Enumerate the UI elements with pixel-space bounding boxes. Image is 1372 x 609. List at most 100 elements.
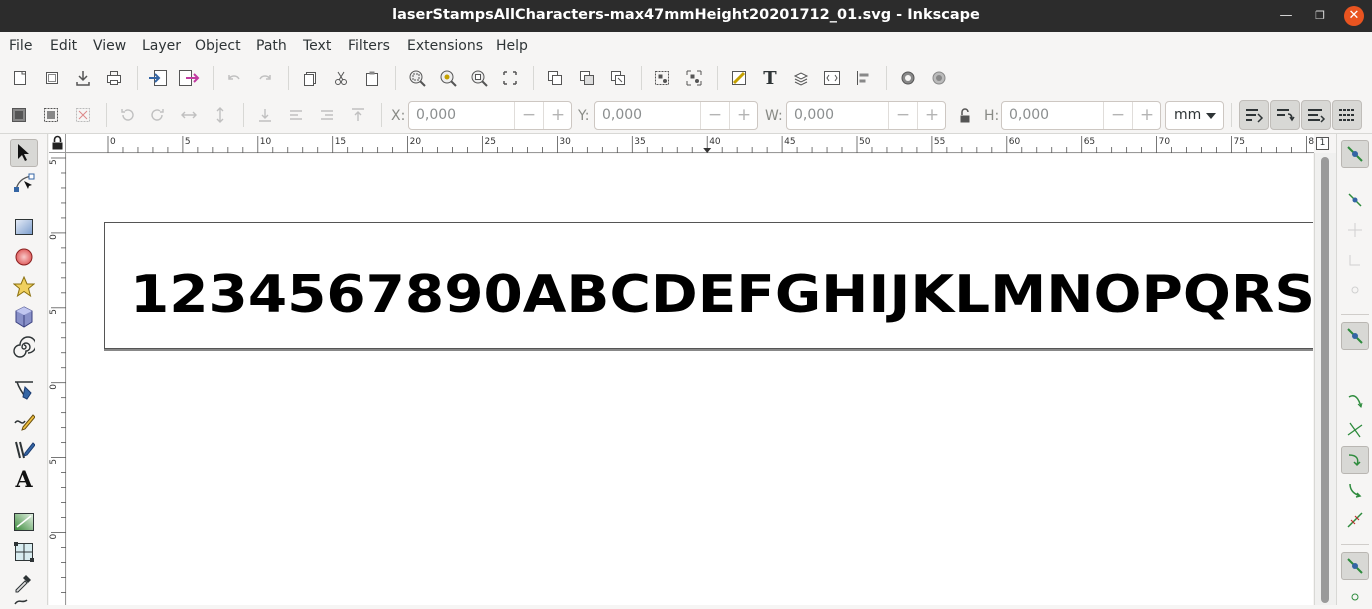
copy-icon[interactable] (299, 67, 321, 89)
unlink-clone-icon[interactable] (607, 67, 629, 89)
snap-bbox-corner-button[interactable] (1341, 246, 1369, 274)
menu-layer[interactable]: Layer (142, 38, 181, 54)
move-gradients-toggle[interactable] (1301, 100, 1331, 130)
y-decrement-button[interactable]: − (700, 102, 729, 129)
ellipse-tool[interactable] (10, 243, 38, 271)
snap-path-button[interactable] (1341, 386, 1369, 414)
fill-stroke-icon[interactable] (728, 67, 750, 89)
pen-tool[interactable] (10, 376, 38, 404)
spiral-tool[interactable] (10, 333, 38, 361)
group-icon[interactable] (651, 67, 673, 89)
cut-icon[interactable] (330, 67, 352, 89)
y-increment-button[interactable]: + (729, 102, 758, 129)
select-all-icon[interactable] (8, 104, 30, 126)
h-decrement-button[interactable]: − (1103, 102, 1132, 129)
document-properties-icon[interactable] (928, 67, 950, 89)
y-field[interactable]: 0,000 − + (594, 101, 758, 130)
close-button[interactable]: ✕ (1344, 6, 1364, 26)
h-increment-button[interactable]: + (1132, 102, 1161, 129)
rectangle-tool[interactable] (10, 213, 38, 241)
align-distribute-icon[interactable] (852, 67, 874, 89)
import-icon[interactable] (147, 67, 169, 89)
snap-cusp-button[interactable] (1341, 446, 1369, 474)
print-document-icon[interactable] (103, 67, 125, 89)
export-icon[interactable] (178, 67, 200, 89)
preferences-icon[interactable] (897, 67, 919, 89)
w-increment-button[interactable]: + (917, 102, 946, 129)
duplicate-icon[interactable] (544, 67, 566, 89)
save-document-icon[interactable] (72, 67, 94, 89)
open-document-icon[interactable] (41, 67, 63, 89)
rotate-cw-icon[interactable] (147, 104, 169, 126)
select-all-layers-icon[interactable] (40, 104, 62, 126)
lock-ratio-icon[interactable] (954, 105, 976, 127)
zoom-page-width-icon[interactable] (499, 67, 521, 89)
rotate-ccw-icon[interactable] (116, 104, 138, 126)
character-stamps-drawing[interactable]: 1234567890ABCDEFGHIJKLMNOPQRS (105, 223, 1313, 350)
text-font-icon[interactable]: T (759, 67, 781, 89)
snap-others-button[interactable] (1341, 552, 1369, 580)
menu-filters[interactable]: Filters (348, 38, 390, 54)
lower-to-bottom-icon[interactable] (254, 104, 276, 126)
snap-nodes-button[interactable] (1341, 322, 1369, 350)
snap-intersection-button[interactable] (1341, 416, 1369, 444)
zoom-page-icon[interactable] (468, 67, 490, 89)
paste-icon[interactable] (361, 67, 383, 89)
w-decrement-button[interactable]: − (888, 102, 917, 129)
move-patterns-toggle[interactable] (1332, 100, 1362, 130)
menu-view[interactable]: View (93, 38, 126, 54)
lock-guides-icon[interactable] (49, 134, 66, 153)
zoom-drawing-icon[interactable] (437, 67, 459, 89)
vertical-scrollbar[interactable] (1314, 153, 1336, 605)
x-field[interactable]: 0,000 − + (408, 101, 572, 130)
ungroup-icon[interactable] (683, 67, 705, 89)
snap-bbox-midpoint-button[interactable] (1341, 276, 1369, 304)
snap-bbox-button[interactable] (1341, 186, 1369, 214)
dropper-tool[interactable] (10, 568, 38, 596)
layers-icon[interactable] (790, 67, 812, 89)
mesh-tool[interactable] (10, 538, 38, 566)
scale-corners-toggle[interactable] (1270, 100, 1300, 130)
menu-help[interactable]: Help (496, 38, 528, 54)
menu-edit[interactable]: Edit (50, 38, 77, 54)
x-decrement-button[interactable]: − (514, 102, 543, 129)
calligraphy-tool[interactable] (10, 436, 38, 464)
menu-text[interactable]: Text (303, 38, 331, 54)
lower-icon[interactable] (285, 104, 307, 126)
menu-extensions[interactable]: Extensions (407, 38, 483, 54)
raise-icon[interactable] (316, 104, 338, 126)
menu-path[interactable]: Path (256, 38, 287, 54)
gradient-tool[interactable] (10, 508, 38, 536)
raise-to-top-icon[interactable] (347, 104, 369, 126)
w-field[interactable]: 0,000 − + (786, 101, 946, 130)
scrollbar-thumb[interactable] (1321, 157, 1329, 603)
unit-select[interactable]: mm (1165, 101, 1224, 130)
snap-toggle[interactable] (1341, 140, 1369, 168)
snap-smooth-button[interactable] (1341, 476, 1369, 504)
maximize-button[interactable]: ❐ (1310, 6, 1330, 26)
text-tool[interactable]: A (10, 466, 38, 494)
undo-icon[interactable] (223, 67, 245, 89)
vertical-ruler[interactable]: 5050505 (49, 153, 66, 609)
snap-bbox-edge-button[interactable] (1341, 216, 1369, 244)
menu-object[interactable]: Object (195, 38, 241, 54)
new-document-icon[interactable] (9, 67, 31, 89)
horizontal-ruler[interactable]: 0 5 10 15 20 25 30 35 40 45 50 55 60 65 70 75 80 (66, 134, 1320, 153)
pencil-tool[interactable] (10, 406, 38, 434)
star-tool[interactable] (10, 273, 38, 301)
redo-icon[interactable] (254, 67, 276, 89)
snap-center-button[interactable] (1341, 586, 1369, 604)
minimize-button[interactable]: — (1276, 6, 1296, 26)
flip-vertical-icon[interactable] (209, 104, 231, 126)
x-increment-button[interactable]: + (543, 102, 572, 129)
deselect-icon[interactable] (72, 104, 94, 126)
menu-file[interactable]: File (9, 38, 32, 54)
snap-midpoint-button[interactable] (1341, 506, 1369, 534)
xml-editor-icon[interactable] (821, 67, 843, 89)
drawing-canvas[interactable]: 1234567890ABCDEFGHIJKLMNOPQRS (67, 154, 1313, 605)
selector-tool[interactable] (10, 139, 38, 167)
zoom-selection-icon[interactable] (406, 67, 428, 89)
flip-horizontal-icon[interactable] (178, 104, 200, 126)
3d-box-tool[interactable] (10, 303, 38, 331)
scale-stroke-toggle[interactable] (1239, 100, 1269, 130)
